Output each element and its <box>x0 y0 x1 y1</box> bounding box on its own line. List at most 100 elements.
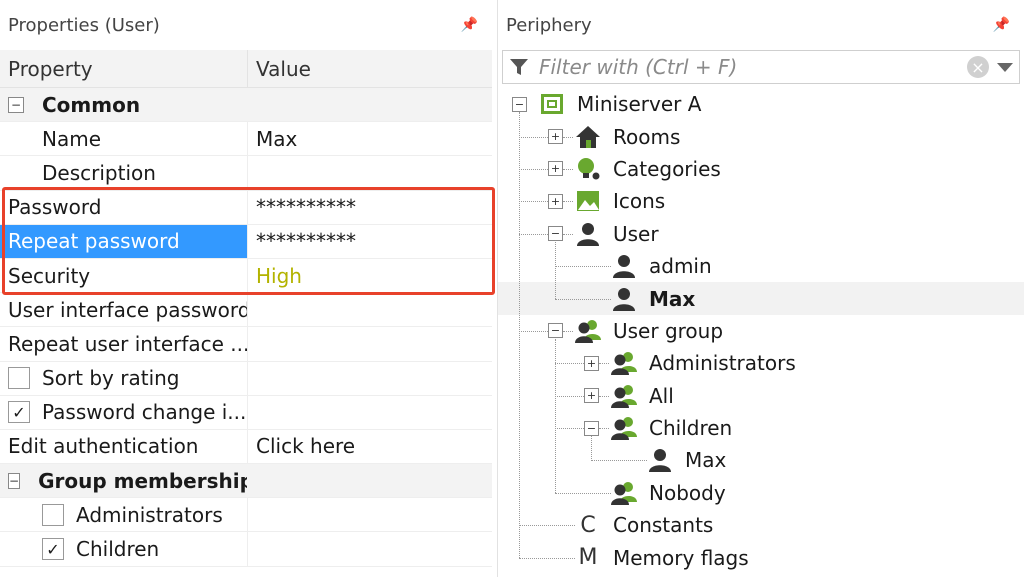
property-row[interactable]: Administrators <box>0 498 492 533</box>
property-value-cell <box>247 88 492 121</box>
property-name-cell[interactable]: Repeat password <box>0 224 247 258</box>
expand-icon[interactable]: + <box>584 388 599 404</box>
filter-box: × <box>502 50 1020 84</box>
property-column-header[interactable]: Property <box>0 50 247 87</box>
collapse-icon[interactable]: − <box>584 420 599 436</box>
expand-icon[interactable]: + <box>548 129 563 145</box>
tree-connector <box>519 525 575 527</box>
tree-node[interactable]: − User group <box>498 315 1024 347</box>
filter-input[interactable] <box>537 54 967 80</box>
property-name-cell[interactable]: Edit authentication <box>0 430 247 463</box>
property-name-cell[interactable]: Security <box>0 259 247 292</box>
tree-node[interactable]: C Constants <box>498 509 1024 541</box>
property-name-cell[interactable]: ✓ Children <box>0 532 247 565</box>
property-value-cell[interactable] <box>247 532 492 566</box>
property-value-cell[interactable] <box>247 156 492 190</box>
collapse-icon[interactable]: − <box>8 472 21 489</box>
tree-connector <box>555 266 611 268</box>
property-name-cell[interactable]: ✓ Password change i... <box>0 396 247 429</box>
tree-node-label: User <box>613 221 659 246</box>
expand-icon[interactable]: + <box>548 193 563 209</box>
tree-node-label: Max <box>685 448 727 473</box>
property-name-cell[interactable]: Description <box>0 156 247 189</box>
expand-icon[interactable]: + <box>548 161 563 177</box>
tree-node[interactable]: Nobody <box>498 477 1024 509</box>
tree-node[interactable]: Max <box>498 444 1024 476</box>
tree-node[interactable]: + Administrators <box>498 347 1024 379</box>
pin-icon[interactable]: 📌 <box>461 17 478 33</box>
checkbox-checked[interactable]: ✓ <box>42 538 64 561</box>
value-column-header[interactable]: Value <box>247 50 492 87</box>
property-row[interactable]: Description <box>0 156 492 191</box>
tree-node[interactable]: − Miniserver A <box>498 88 1024 120</box>
property-row[interactable]: Repeat user interface ... <box>0 327 492 362</box>
tree-connector <box>519 112 520 558</box>
property-row[interactable]: Repeat password ********** <box>0 224 492 259</box>
property-name-cell[interactable]: − Common <box>0 88 247 121</box>
periphery-title: Periphery <box>506 14 592 36</box>
expand-icon[interactable]: + <box>584 355 599 371</box>
property-row[interactable]: User interface password <box>0 293 492 328</box>
tree-connector <box>563 233 573 235</box>
checkbox-unchecked[interactable] <box>42 503 64 526</box>
property-name-cell[interactable]: Name <box>0 122 247 155</box>
collapse-icon[interactable]: − <box>548 226 563 242</box>
property-row[interactable]: Password ********** <box>0 190 492 225</box>
user-icon <box>611 286 637 312</box>
collapse-icon[interactable]: − <box>512 96 527 112</box>
tree-connector <box>599 363 609 365</box>
tree-node[interactable]: + Categories <box>498 153 1024 185</box>
tree-node-label: Icons <box>613 189 666 214</box>
property-name-cell[interactable]: User interface password <box>0 293 247 326</box>
property-row[interactable]: ✓ Children <box>0 532 492 567</box>
tree-node[interactable]: admin <box>498 250 1024 282</box>
property-name-cell[interactable]: Repeat user interface ... <box>0 327 247 360</box>
property-grid-header: Property Value <box>0 50 492 88</box>
property-row[interactable]: ✓ Password change i... <box>0 395 492 430</box>
clear-filter-icon[interactable]: × <box>967 56 989 78</box>
property-name-cell[interactable]: − Group membership <box>0 464 247 497</box>
group-icon <box>611 415 637 441</box>
property-value-cell[interactable] <box>247 498 492 532</box>
tree-node[interactable]: + Rooms <box>498 120 1024 152</box>
tree-node[interactable]: M Memory flags <box>498 541 1024 573</box>
property-value-cell[interactable]: Max <box>247 122 492 156</box>
property-row[interactable]: Sort by rating <box>0 361 492 396</box>
property-value-cell[interactable]: ********** <box>247 224 492 258</box>
checkbox-unchecked[interactable] <box>8 367 30 390</box>
property-value-cell[interactable]: High <box>247 258 492 293</box>
miniserver-icon <box>539 91 565 117</box>
user-icon <box>647 447 673 473</box>
tree-node[interactable]: − User <box>498 218 1024 250</box>
tree-node-label: Children <box>649 416 733 441</box>
tree-node-label: Administrators <box>649 351 796 376</box>
collapse-icon[interactable]: − <box>548 323 563 339</box>
group-icon <box>611 383 637 409</box>
property-name-cell[interactable]: Password <box>0 191 247 224</box>
property-label: Repeat user interface ... <box>8 331 247 356</box>
property-row[interactable]: Name Max <box>0 122 492 157</box>
letter-icon: C <box>580 512 596 538</box>
property-value-cell[interactable] <box>247 361 492 395</box>
property-name-cell[interactable]: Sort by rating <box>0 362 247 395</box>
collapse-icon[interactable]: − <box>8 96 24 113</box>
chevron-down-icon[interactable] <box>997 62 1013 72</box>
property-value-cell[interactable]: Click here <box>247 429 492 464</box>
checkbox-checked[interactable]: ✓ <box>8 401 30 424</box>
property-value-cell[interactable] <box>247 327 492 361</box>
tree-node[interactable]: − Children <box>498 412 1024 444</box>
property-value-cell[interactable] <box>247 395 492 429</box>
property-row[interactable]: Security High <box>0 258 492 294</box>
tree-node[interactable]: + All <box>498 380 1024 412</box>
property-category[interactable]: − Common <box>0 88 492 123</box>
property-value-cell[interactable]: ********** <box>247 190 492 224</box>
property-row[interactable]: Edit authentication Click here <box>0 429 492 465</box>
property-value-cell[interactable] <box>247 293 492 327</box>
tree-node[interactable]: Max <box>498 282 1024 315</box>
tree-connector <box>563 201 573 203</box>
tree-node[interactable]: + Icons <box>498 185 1024 217</box>
pin-icon[interactable]: 📌 <box>993 17 1010 33</box>
property-name-cell[interactable]: Administrators <box>0 498 247 531</box>
periphery-titlebar: Periphery 📌 <box>498 0 1024 50</box>
property-category[interactable]: − Group membership <box>0 464 492 499</box>
